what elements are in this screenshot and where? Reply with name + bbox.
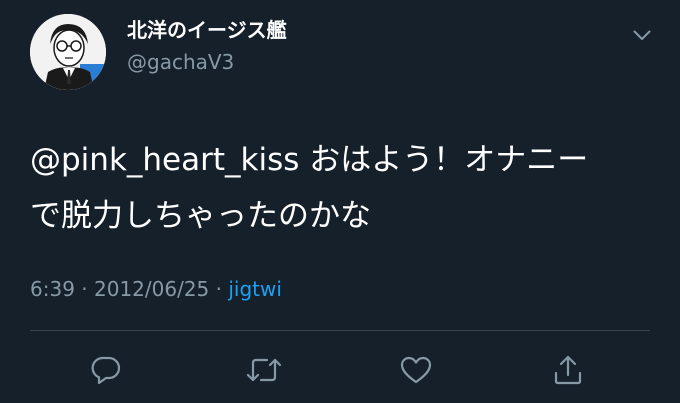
share-icon[interactable]: [550, 352, 586, 388]
tweet-date: 2012/06/25: [94, 277, 210, 301]
tweet-meta: 6:39 · 2012/06/25 · jigtwi: [30, 277, 282, 301]
divider: [30, 330, 650, 331]
chevron-down-icon[interactable]: [628, 24, 656, 46]
retweet-icon[interactable]: [246, 352, 282, 388]
meta-separator: ·: [209, 277, 229, 301]
tweet-text-line1: おはよう！オナニー: [299, 142, 589, 178]
display-name[interactable]: 北洋のイージス艦: [127, 14, 287, 43]
tweet-text: @pink_heart_kiss おはよう！オナニーで脱力しちゃったのかな: [30, 132, 660, 244]
tweet-time: 6:39: [30, 277, 75, 301]
tweet-source-link[interactable]: jigtwi: [228, 277, 282, 301]
mention-link[interactable]: @pink_heart_kiss: [30, 142, 299, 178]
avatar-image: [30, 14, 106, 90]
meta-separator: ·: [74, 277, 94, 301]
reply-icon[interactable]: [88, 352, 124, 388]
user-handle[interactable]: @gachaV3: [127, 50, 234, 74]
tweet-text-line2: で脱力しちゃったのかな: [30, 198, 371, 234]
avatar[interactable]: [30, 14, 106, 90]
tweet: 北洋のイージス艦 @gachaV3 @pink_heart_kiss おはよう！…: [0, 0, 680, 403]
heart-icon[interactable]: [398, 352, 434, 388]
